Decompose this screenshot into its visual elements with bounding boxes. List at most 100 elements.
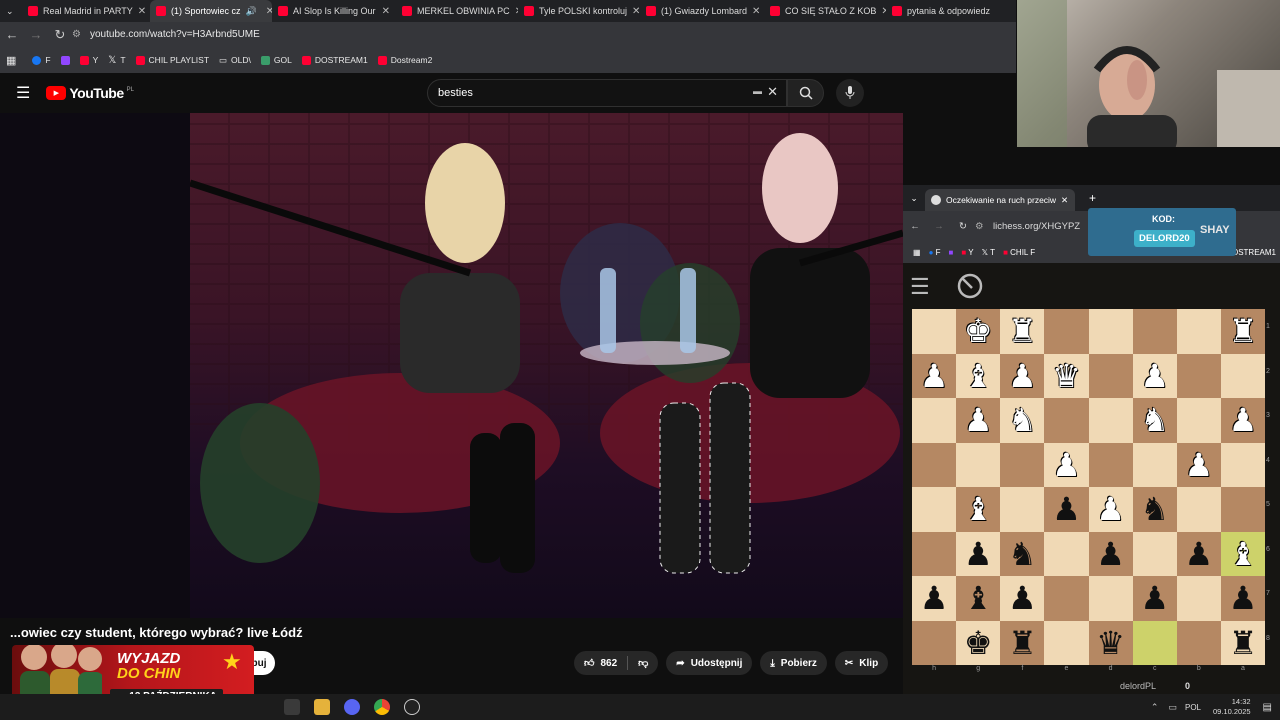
board-square[interactable]: ♟ — [1088, 531, 1133, 576]
board-square[interactable]: ♟ — [1000, 353, 1045, 398]
board-square[interactable]: ♜ — [1000, 309, 1045, 354]
back-arrow-icon[interactable]: ← — [903, 221, 927, 232]
close-icon[interactable]: ✕ — [1061, 195, 1068, 206]
board-square[interactable] — [1176, 487, 1221, 532]
white-bishop-icon[interactable]: ♝ — [964, 493, 993, 525]
download-button[interactable]: ⤓ Pobierz — [760, 651, 827, 675]
network-icon[interactable]: ▭ — [1168, 702, 1177, 713]
white-pawn-icon[interactable]: ♟ — [964, 404, 993, 436]
board-square[interactable] — [1088, 353, 1133, 398]
white-pawn-icon[interactable]: ♟ — [1096, 493, 1125, 525]
board-square[interactable] — [1176, 309, 1221, 354]
chess-board[interactable]: ♚ ♜ ♜ ♟ ♝ ♟ ♛ ♟ ♟ ♞ ♞ ♟ ♟ ♟ ♝ ♟ ♟ ♞ ♟ ♞ ♟ ♟ ♝ ♟ ♝ ♟ ♟ ♟ ♚ ♜ ♛ ♜ — [912, 309, 1265, 665]
reload-icon[interactable]: ↻ — [48, 27, 72, 43]
close-icon[interactable]: ✕ — [382, 6, 390, 17]
white-pawn-icon[interactable]: ♟ — [920, 360, 949, 392]
black-pawn-icon[interactable]: ♟ — [1229, 582, 1258, 614]
chrome-icon[interactable] — [374, 699, 390, 715]
thumbs-down-icon[interactable]: 👎︎ — [638, 657, 648, 669]
site-info-icon[interactable]: ⚙ — [975, 221, 993, 232]
black-rook-icon[interactable]: ♜ — [1008, 627, 1037, 659]
tray-chevron-icon[interactable]: ⌃ — [1151, 702, 1159, 713]
discord-icon[interactable] — [344, 699, 360, 715]
address-bar[interactable]: youtube.com/watch?v=H3Arbnd5UME — [90, 29, 260, 40]
white-king-icon[interactable]: ♚ — [964, 315, 993, 347]
board-square[interactable] — [1044, 576, 1089, 621]
board-square[interactable] — [912, 442, 957, 487]
board-square[interactable] — [1220, 487, 1265, 532]
board-square[interactable] — [1220, 442, 1265, 487]
browser-tab-active[interactable]: (1) Sportowiec cz 🔊 ✕ — [150, 0, 272, 22]
board-square[interactable]: ♟ — [912, 576, 957, 621]
board-square[interactable] — [1044, 398, 1089, 443]
board-square[interactable]: ♜ — [1000, 620, 1045, 665]
board-square[interactable]: ♛ — [1088, 620, 1133, 665]
board-square[interactable]: ♟ — [1044, 487, 1089, 532]
board-square[interactable] — [1000, 487, 1045, 532]
close-icon[interactable]: ✕ — [632, 6, 640, 17]
notification-icon[interactable]: ▤ — [1263, 702, 1272, 713]
like-button[interactable]: 👍︎ 862 👎︎ — [574, 651, 659, 675]
board-square[interactable] — [1176, 353, 1221, 398]
bookmark-item[interactable]: ■ Y — [961, 248, 973, 257]
black-pawn-icon[interactable]: ♟ — [920, 582, 949, 614]
board-square[interactable]: ♟ — [1000, 576, 1045, 621]
forward-arrow-icon[interactable]: → — [24, 27, 48, 42]
white-bishop-icon[interactable]: ♝ — [1229, 538, 1258, 570]
board-square[interactable] — [1176, 576, 1221, 621]
board-square[interactable]: ♞ — [1132, 487, 1177, 532]
white-pawn-icon[interactable]: ♟ — [1184, 449, 1213, 481]
tab-list-button[interactable]: ⌄ — [0, 0, 22, 22]
clock[interactable]: 14:32 09.10.2025 — [1213, 697, 1251, 717]
bookmark-item[interactable]: F — [32, 55, 51, 65]
white-pawn-icon[interactable]: ♟ — [1229, 404, 1258, 436]
board-square[interactable]: ♟ — [1132, 576, 1177, 621]
board-square[interactable] — [1132, 531, 1177, 576]
black-pawn-icon[interactable]: ♟ — [964, 538, 993, 570]
bookmark-item[interactable]: Dostream2 — [377, 55, 432, 65]
board-square[interactable]: ♟ — [1176, 442, 1221, 487]
black-knight-icon[interactable]: ♞ — [1140, 493, 1169, 525]
black-king-icon[interactable]: ♚ — [964, 627, 993, 659]
black-rook-icon[interactable]: ♜ — [1229, 627, 1258, 659]
address-bar[interactable]: lichess.org/XHGYPZ — [993, 221, 1080, 232]
bookmark-item[interactable]: CHIL PLAYLIST — [135, 55, 209, 65]
chevron-down-icon[interactable]: ⌄ — [903, 193, 925, 204]
lichess-logo-icon[interactable] — [956, 272, 986, 300]
bookmark-item[interactable]: Y — [79, 55, 98, 65]
board-square[interactable] — [1220, 353, 1265, 398]
bookmark-item[interactable]: GOL — [260, 55, 292, 65]
search-button[interactable] — [787, 79, 824, 107]
board-square[interactable] — [912, 531, 957, 576]
keyboard-icon[interactable]: ▬ — [753, 86, 762, 96]
site-info-icon[interactable]: ⚙ — [72, 29, 90, 40]
lichess-tab[interactable]: Oczekiwanie na ruch przeciwni ✕ — [925, 189, 1075, 211]
board-square[interactable] — [912, 487, 957, 532]
taskview-icon[interactable] — [284, 699, 300, 715]
board-square[interactable] — [1132, 442, 1177, 487]
board-square[interactable] — [912, 620, 957, 665]
bookmark-item[interactable]: 𝕏T — [108, 55, 125, 66]
board-square[interactable] — [1044, 531, 1089, 576]
white-knight-icon[interactable]: ♞ — [1008, 404, 1037, 436]
board-square[interactable]: ♚ — [956, 309, 1001, 354]
board-square[interactable] — [1176, 620, 1221, 665]
clear-search-icon[interactable]: ✕ — [767, 84, 778, 100]
bookmark-item[interactable]: DOSTREAM1 — [301, 55, 368, 65]
bookmark-item[interactable]: 𝕏 T — [982, 248, 995, 257]
board-square[interactable]: ♜ — [1220, 309, 1265, 354]
browser-tab[interactable]: AI Slop Is Killing Our ✕ — [272, 0, 396, 22]
board-square[interactable] — [1176, 398, 1221, 443]
black-pawn-icon[interactable]: ♟ — [1184, 538, 1213, 570]
board-square[interactable] — [1132, 309, 1177, 354]
reload-icon[interactable]: ↻ — [951, 221, 975, 232]
board-square[interactable] — [956, 442, 1001, 487]
white-pawn-icon[interactable]: ♟ — [1140, 360, 1169, 392]
bookmark-item[interactable] — [60, 55, 70, 65]
speaker-icon[interactable]: 🔊 — [246, 6, 257, 17]
board-square[interactable]: ♚ — [956, 620, 1001, 665]
white-pawn-icon[interactable]: ♟ — [1052, 449, 1081, 481]
youtube-logo[interactable]: ▶ YouTube PL — [46, 85, 134, 101]
white-knight-icon[interactable]: ♞ — [1140, 404, 1169, 436]
board-square[interactable] — [1044, 620, 1089, 665]
